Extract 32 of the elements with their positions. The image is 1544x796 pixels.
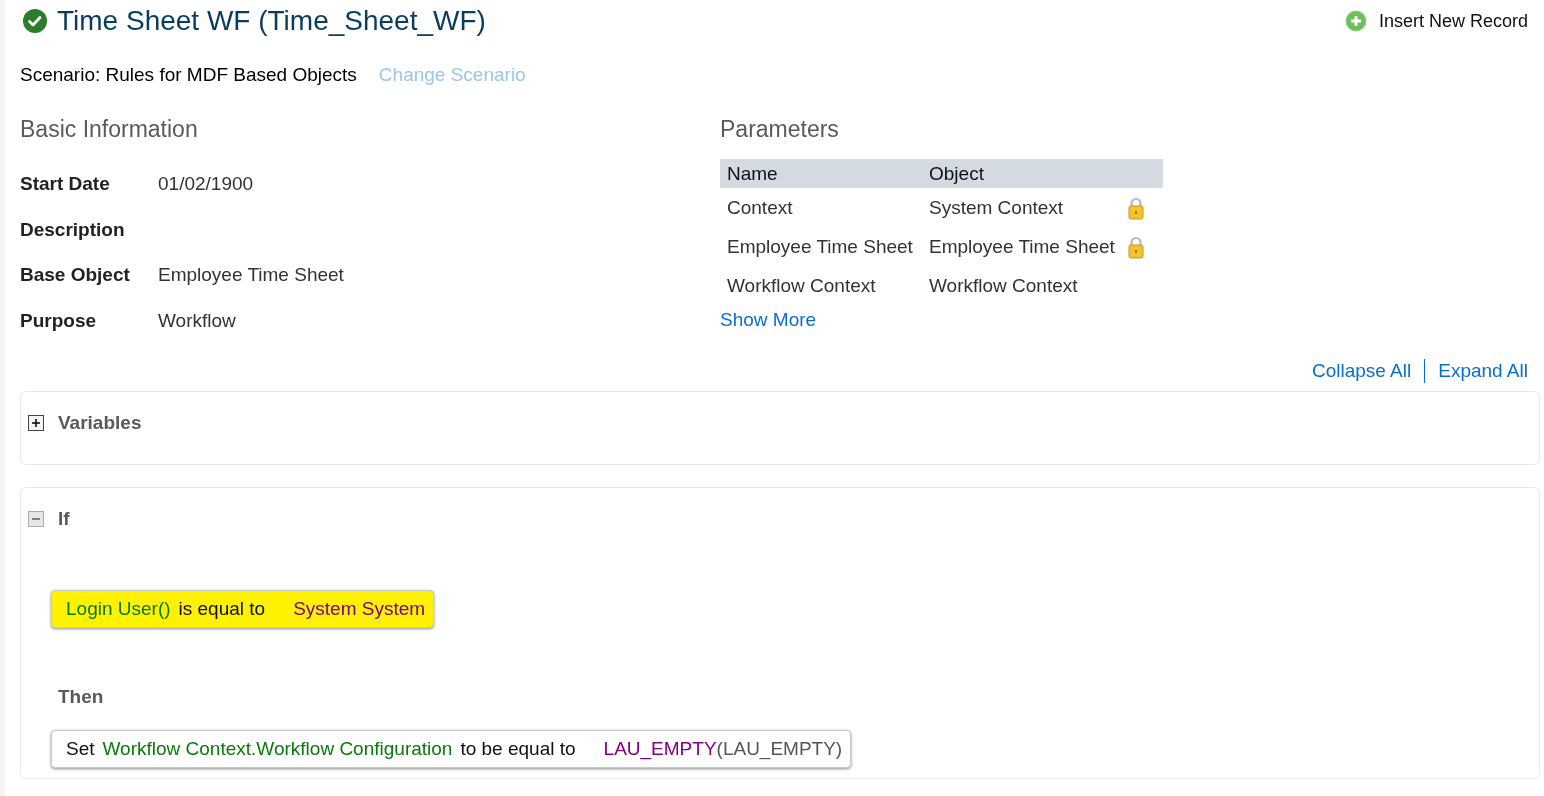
section-heading: Parameters — [720, 116, 840, 143]
section-title: If — [58, 508, 70, 530]
table-cell-text: Workflow Context — [929, 274, 1079, 297]
table-cell-text: Employee Time Sheet — [726, 235, 914, 258]
collapse-all-link[interactable]: Collapse All — [1311, 360, 1412, 382]
table-cell-text: Employee Time Sheet — [929, 235, 1116, 258]
collapse-icon[interactable] — [28, 511, 44, 527]
then-label: Then — [58, 686, 105, 708]
table-cell-text: Workflow Context — [726, 274, 877, 297]
field-label: Base Object — [20, 264, 131, 287]
field-value: 01/02/1900 — [158, 173, 254, 196]
field-value: Workflow — [158, 309, 236, 333]
field-value: Employee Time Sheet — [158, 264, 344, 287]
expand-icon[interactable] — [28, 415, 44, 431]
table-cell-text: System Context — [929, 196, 1065, 219]
column-header: Object — [929, 162, 985, 185]
table-cell-text: Context — [726, 196, 794, 219]
field-label: Start Date — [20, 173, 111, 196]
action-expression[interactable]: Set Workflow Context.Workflow Configuration to be equal to LAU_EMPTY(LAU_EMPTY) — [51, 730, 852, 768]
expand-all-link[interactable]: Expand All — [1438, 360, 1528, 382]
scenario-label: Scenario: Rules for MDF Based Objects — [20, 64, 357, 86]
insert-new-record-button[interactable]: Insert New Record — [1344, 10, 1540, 32]
plus-circle-icon — [1344, 10, 1367, 32]
section-heading: Basic Information — [20, 116, 199, 143]
section-title: Variables — [58, 412, 142, 434]
check-circle-icon — [23, 9, 47, 33]
condition-expression[interactable]: Login User() is equal to System System — [51, 590, 435, 628]
field-label: Description — [20, 218, 126, 242]
page-title: Time Sheet WF (Time_Sheet_WF) — [57, 5, 486, 37]
show-more-link[interactable]: Show More — [720, 309, 817, 331]
field-label: Purpose — [20, 309, 98, 333]
column-header: Name — [726, 162, 779, 185]
